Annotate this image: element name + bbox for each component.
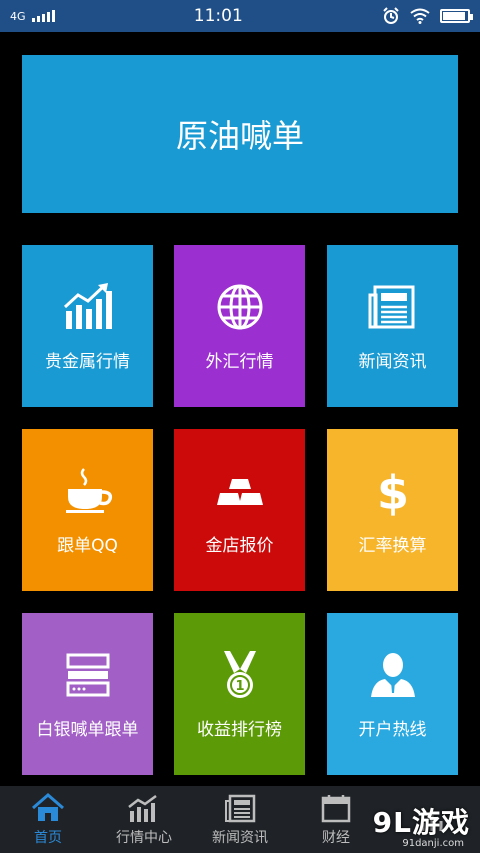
tab-label: 新闻资讯	[212, 829, 268, 846]
status-left: 4G	[10, 10, 55, 23]
tab-finance[interactable]: 财经	[288, 786, 384, 853]
tile-label: 收益排行榜	[197, 719, 282, 740]
tile-silver-call-follow[interactable]: 白银喊单跟单	[22, 613, 153, 775]
tile-label: 外汇行情	[205, 351, 274, 372]
tile-forex[interactable]: 外汇行情	[174, 245, 305, 407]
tile-label: 白银喊单跟单	[36, 719, 139, 740]
wifi-icon	[410, 8, 430, 24]
status-right	[382, 7, 473, 25]
svg-text:1: 1	[235, 679, 244, 694]
tab-label: 行情中心	[116, 829, 172, 846]
medal-icon: 1	[223, 650, 256, 698]
tile-label: 新闻资讯	[358, 351, 427, 372]
status-time: 11:01	[193, 6, 243, 26]
tile-account-hotline[interactable]: 开户热线	[327, 613, 458, 775]
tile-gold-shop-quote[interactable]: 金店报价	[174, 429, 305, 591]
tile-news[interactable]: 新闻资讯	[327, 245, 458, 407]
tab-news[interactable]: 新闻资讯	[192, 786, 288, 853]
calendar-icon	[321, 794, 351, 822]
tile-label: 金店报价	[205, 535, 274, 556]
server-icon	[66, 653, 109, 696]
network-type: 4G	[10, 9, 26, 23]
newspaper-icon	[225, 794, 256, 822]
tile-label: 汇率换算	[358, 535, 427, 556]
tile-follow-qq[interactable]: 跟单QQ	[22, 429, 153, 591]
home-icon	[32, 792, 64, 821]
tile-precious-metals[interactable]: 贵金属行情	[22, 245, 153, 407]
crude-oil-call-banner[interactable]: 原油喊单	[22, 55, 458, 213]
status-bar: 4G 11:01	[0, 0, 480, 32]
alarm-icon	[383, 7, 399, 24]
tab-label: 首页	[34, 829, 62, 846]
tab-label: 财经	[322, 829, 350, 846]
tab-home[interactable]: 首页	[0, 786, 96, 853]
banner-label: 原油喊单	[175, 117, 304, 155]
signal-icon	[31, 10, 55, 22]
tile-label: 贵金属行情	[45, 351, 130, 372]
tab-market-center[interactable]: 行情中心	[96, 786, 192, 853]
coffee-cup-icon	[65, 467, 112, 513]
tile-label: 开户热线	[358, 719, 427, 740]
battery-icon	[440, 9, 473, 23]
watermark: 9L游戏	[373, 801, 470, 841]
dollar-icon: $	[376, 466, 408, 517]
tile-label: 跟单QQ	[57, 535, 118, 556]
svg-text:$: $	[376, 466, 408, 517]
chart-bars-icon	[128, 794, 157, 822]
tile-currency-converter[interactable]: $ 汇率换算	[327, 429, 458, 591]
user-icon	[370, 652, 415, 697]
gold-bars-icon	[216, 478, 263, 505]
newspaper-icon	[368, 285, 414, 328]
watermark-logo: 9L游戏	[372, 806, 470, 839]
chart-bars-icon	[63, 282, 112, 329]
watermark-url: 91danji.com	[402, 838, 464, 849]
globe-icon	[217, 284, 262, 329]
tile-earnings-leaderboard[interactable]: 1 收益排行榜	[174, 613, 305, 775]
